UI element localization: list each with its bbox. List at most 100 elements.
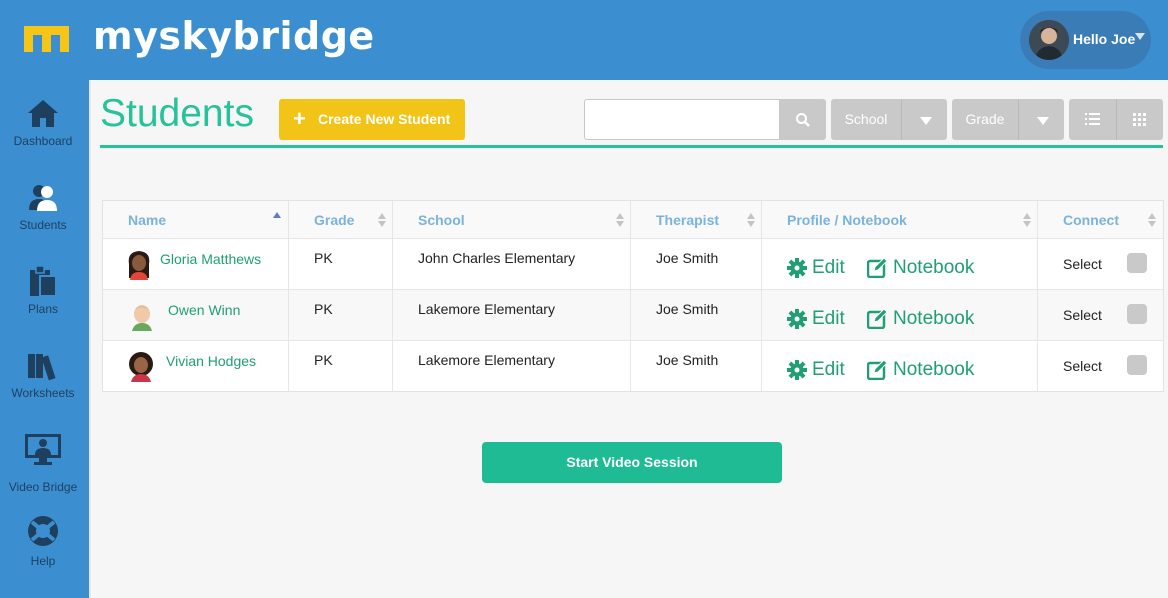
- grid-icon: [1133, 113, 1146, 126]
- therapist-value: Joe Smith: [656, 352, 719, 368]
- sort-asc-icon: [273, 212, 281, 218]
- column-header-school[interactable]: School: [393, 201, 631, 239]
- school-filter-dropdown[interactable]: [901, 99, 947, 140]
- column-header-therapist[interactable]: Therapist: [631, 201, 762, 239]
- start-video-session-button[interactable]: Start Video Session: [482, 442, 782, 483]
- school-cell: John Charles Elementary: [393, 239, 631, 289]
- notebook-edit-icon: [867, 309, 887, 329]
- sort-icon: [747, 213, 755, 227]
- books-icon: [28, 354, 56, 381]
- sidebar-item-dashboard[interactable]: Dashboard: [0, 92, 86, 168]
- school-cell: Lakemore Elementary: [393, 341, 631, 391]
- edit-link[interactable]: Edit: [812, 359, 845, 381]
- therapist-cell: Joe Smith: [631, 239, 762, 289]
- column-header-label: Therapist: [656, 212, 720, 228]
- notebook-link[interactable]: Notebook: [893, 359, 974, 381]
- connect-checkbox[interactable]: [1127, 253, 1147, 273]
- clipboard-icon: [30, 265, 57, 297]
- table-row: Owen Winn PK Lakemore Elementary Joe Smi…: [103, 290, 1163, 341]
- grid-view-button[interactable]: [1116, 99, 1163, 140]
- sidebar-item-help[interactable]: Help: [0, 512, 86, 588]
- school-value: John Charles Elementary: [418, 250, 576, 266]
- students-table: Name Grade School Therapist Profile / No…: [102, 200, 1164, 392]
- profile-notebook-cell: Edit Notebook: [762, 341, 1038, 391]
- column-header-label: Profile / Notebook: [787, 212, 907, 228]
- notebook-link[interactable]: Notebook: [893, 308, 974, 330]
- column-header-label: Grade: [314, 212, 355, 228]
- student-avatar: [129, 352, 153, 382]
- select-label: Select: [1063, 256, 1102, 272]
- connect-cell: Select: [1038, 341, 1163, 391]
- list-view-button[interactable]: [1069, 99, 1116, 140]
- grade-filter-dropdown[interactable]: [1018, 99, 1064, 140]
- edit-link[interactable]: Edit: [812, 308, 845, 330]
- table-row: Vivian Hodges PK Lakemore Elementary Joe…: [103, 341, 1163, 392]
- chevron-down-icon: [1135, 33, 1145, 40]
- sidebar-item-label: Dashboard: [13, 134, 73, 148]
- edit-link[interactable]: Edit: [812, 257, 845, 279]
- school-filter-button[interactable]: School: [831, 99, 901, 140]
- connect-checkbox[interactable]: [1127, 304, 1147, 324]
- monitor-icon: [25, 434, 61, 465]
- column-header-name[interactable]: Name: [103, 201, 289, 239]
- home-icon: [28, 100, 58, 127]
- student-avatar: [132, 305, 152, 331]
- school-value: Lakemore Elementary: [418, 352, 555, 368]
- students-icon: [29, 185, 57, 211]
- notebook-link[interactable]: Notebook: [893, 257, 974, 279]
- sidebar-item-students[interactable]: Students: [0, 176, 86, 252]
- column-header-connect[interactable]: Connect: [1038, 201, 1163, 239]
- page-title: Students: [100, 92, 254, 135]
- user-menu[interactable]: Hello Joe: [1020, 11, 1151, 69]
- grade-value: PK: [314, 352, 333, 368]
- sort-icon: [1148, 213, 1156, 227]
- therapist-cell: Joe Smith: [631, 341, 762, 391]
- student-name-link[interactable]: Owen Winn: [168, 302, 240, 318]
- create-new-student-button[interactable]: + Create New Student: [279, 99, 465, 140]
- column-header-label: Name: [128, 212, 167, 228]
- search-icon: [796, 113, 810, 127]
- sidebar-item-label: Plans: [27, 302, 59, 316]
- column-header-grade[interactable]: Grade: [289, 201, 393, 239]
- list-icon: [1085, 113, 1100, 125]
- grade-cell: PK: [289, 290, 393, 340]
- sidebar-item-label: Video Bridge: [8, 480, 78, 494]
- grade-filter-button[interactable]: Grade: [952, 99, 1018, 140]
- chevron-down-icon: [1037, 117, 1049, 125]
- sidebar-item-label: Help: [30, 554, 56, 568]
- sidebar-item-video-bridge[interactable]: Video Bridge: [0, 428, 86, 504]
- name-cell: Gloria Matthews: [103, 239, 289, 289]
- sort-icon: [378, 213, 386, 227]
- chevron-down-icon: [920, 117, 932, 125]
- sidebar-item-plans[interactable]: Plans: [0, 260, 86, 336]
- column-header-label: Connect: [1063, 212, 1119, 228]
- name-cell: Owen Winn: [103, 290, 289, 340]
- sidebar-item-label: Worksheets: [11, 386, 75, 400]
- table-row: Gloria Matthews PK John Charles Elementa…: [103, 239, 1163, 290]
- gear-icon: [787, 309, 807, 329]
- gear-icon: [787, 258, 807, 278]
- column-header-label: School: [418, 212, 465, 228]
- connect-checkbox[interactable]: [1127, 355, 1147, 375]
- connect-cell: Select: [1038, 239, 1163, 289]
- create-button-label: Create New Student: [318, 111, 451, 127]
- student-name-link[interactable]: Gloria Matthews: [160, 251, 261, 267]
- main-panel: Students + Create New Student School Gra…: [89, 80, 1168, 598]
- therapist-cell: Joe Smith: [631, 290, 762, 340]
- sidebar-item-worksheets[interactable]: Worksheets: [0, 344, 86, 420]
- sort-icon: [616, 213, 624, 227]
- notebook-edit-icon: [867, 258, 887, 278]
- gear-icon: [787, 360, 807, 380]
- column-header-profile-notebook[interactable]: Profile / Notebook: [762, 201, 1038, 239]
- grade-cell: PK: [289, 239, 393, 289]
- search-input[interactable]: [584, 99, 780, 140]
- connect-cell: Select: [1038, 290, 1163, 340]
- search-button[interactable]: [780, 99, 826, 140]
- grade-value: PK: [314, 250, 333, 266]
- sort-icon: [1023, 213, 1031, 227]
- brand-name[interactable]: myskybridge: [93, 14, 375, 58]
- logo-icon[interactable]: [24, 26, 69, 52]
- grade-cell: PK: [289, 341, 393, 391]
- student-name-link[interactable]: Vivian Hodges: [166, 353, 256, 369]
- sidebar: Dashboard Students Plans Worksheets Vide…: [0, 80, 89, 598]
